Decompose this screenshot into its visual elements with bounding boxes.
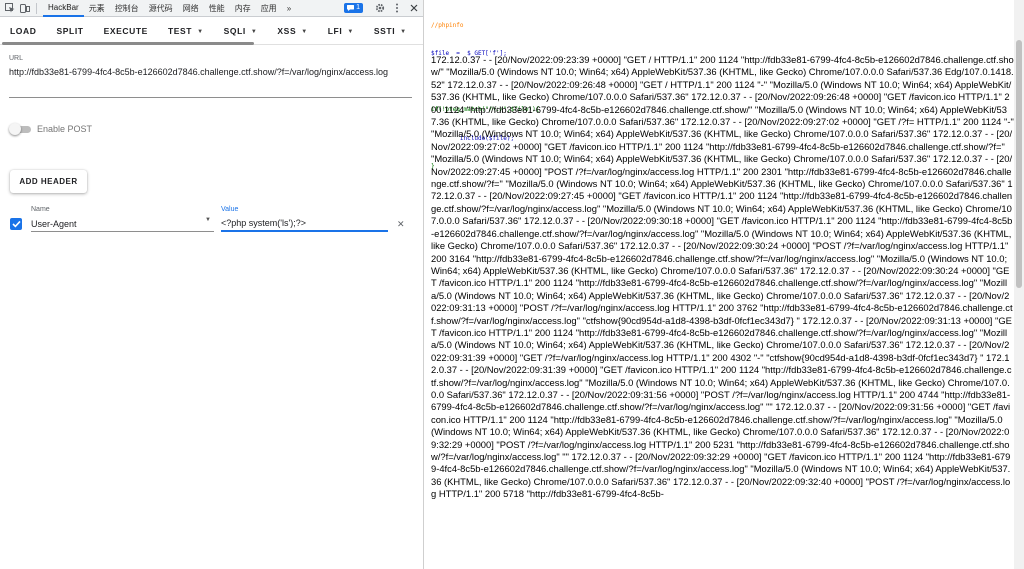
sqli-menu-button[interactable]: SQLI ▼ (214, 17, 268, 45)
header-value-label: Value (221, 206, 239, 213)
page-vertical-scrollbar[interactable] (1014, 0, 1024, 569)
devtools-tab-bar: HackBar 元素 控制台 源代码 网络 性能 内存 应用 » 1 (0, 0, 423, 17)
test-menu-label: TEST (167, 25, 193, 36)
caret-down-icon: ▼ (197, 28, 204, 35)
tab-network[interactable]: 网络 (178, 0, 204, 17)
check-icon (11, 220, 21, 228)
page-content: //phpinfo $file = $_GET['f']; if(!preg_m… (424, 0, 1024, 569)
devtools-panel: HackBar 元素 控制台 源代码 网络 性能 内存 应用 » 1 LOAD … (0, 0, 424, 569)
split-button[interactable]: SPLIT (46, 17, 93, 45)
xss-menu-label: XSS (277, 25, 297, 36)
load-button-label: LOAD (10, 25, 37, 36)
hackbar-toolbar: LOAD SPLIT EXECUTE TEST ▼ SQLI ▼ XSS ▼ LFI ▼… (0, 17, 423, 45)
url-field[interactable]: http://fdb33e81-6799-4fc4-8c5b-e126602d7… (9, 64, 413, 81)
caret-down-icon: ▼ (347, 28, 354, 35)
tab-application[interactable]: 应用 (256, 0, 282, 17)
inspect-icon[interactable] (5, 3, 15, 13)
header-enabled-checkbox[interactable] (10, 218, 22, 230)
tab-separator (36, 2, 37, 14)
device-toggle-icon[interactable] (20, 3, 30, 13)
header-name-select[interactable]: User-Agent (31, 219, 77, 229)
scrollbar-thumb[interactable] (1016, 40, 1022, 288)
toggle-knob (9, 123, 21, 135)
caret-down-icon: ▼ (301, 28, 308, 35)
lfi-menu-label: LFI (327, 25, 343, 36)
xss-menu-button[interactable]: XSS ▼ (267, 17, 317, 45)
header-value-underline (221, 230, 388, 232)
enable-post-toggle[interactable] (9, 123, 32, 135)
url-field-underline (9, 97, 412, 98)
gear-icon[interactable] (373, 0, 387, 17)
caret-down-icon: ▼ (400, 28, 407, 35)
messages-count: 1 (356, 4, 360, 11)
tab-elements[interactable]: 元素 (84, 0, 110, 17)
add-header-button[interactable]: ADD HEADER (10, 170, 87, 193)
split-button-label: SPLIT (56, 25, 84, 36)
tab-hackbar[interactable]: HackBar (43, 0, 84, 17)
test-menu-button[interactable]: TEST ▼ (158, 17, 214, 45)
caret-down-icon: ▼ (250, 28, 258, 35)
tab-console[interactable]: 控制台 (110, 0, 144, 17)
lfi-menu-button[interactable]: LFI ▼ (318, 17, 364, 45)
devtools-right-controls: 1 (344, 0, 423, 17)
url-label: URL (9, 55, 24, 62)
tab-sources[interactable]: 源代码 (144, 0, 178, 17)
enable-post-label: Enable POST (37, 124, 93, 134)
remove-header-icon[interactable]: ✕ (397, 219, 405, 230)
source-line: //phpinfo (431, 21, 464, 29)
add-header-label: ADD HEADER (19, 177, 78, 186)
ssti-menu-button[interactable]: SSTI ▼ (364, 17, 417, 45)
toolbar-horizontal-scrollbar[interactable] (2, 42, 254, 45)
more-tabs-button[interactable]: » (282, 0, 296, 17)
execute-button-label: EXECUTE (103, 25, 148, 36)
chevron-down-icon[interactable]: ▼ (205, 217, 211, 223)
message-icon (347, 5, 355, 11)
sqli-menu-label: SQLI (223, 25, 246, 36)
messages-badge[interactable]: 1 (344, 3, 363, 13)
load-button[interactable]: LOAD (0, 17, 46, 45)
ssti-menu-label: SSTI (373, 25, 396, 36)
more-vert-icon[interactable] (390, 0, 404, 17)
header-value-input[interactable] (221, 216, 387, 230)
execute-button[interactable]: EXECUTE (94, 17, 158, 45)
header-name-underline (31, 231, 214, 232)
tab-performance[interactable]: 性能 (204, 0, 230, 17)
header-name-label: Name (31, 206, 50, 213)
close-icon[interactable] (407, 0, 421, 17)
tab-memory[interactable]: 内存 (230, 0, 256, 17)
access-log-output: 172.12.0.37 - - [20/Nov/2022:09:23:39 +0… (431, 54, 1014, 500)
